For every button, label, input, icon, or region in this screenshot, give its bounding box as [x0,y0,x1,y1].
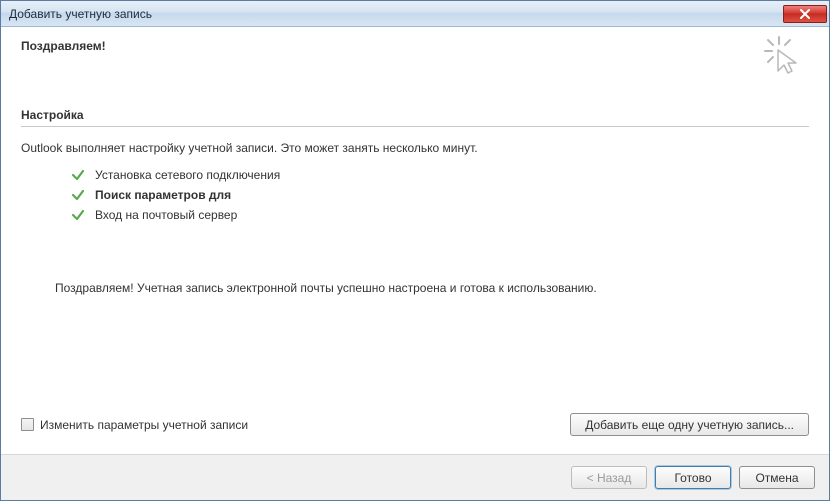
add-another-account-button[interactable]: Добавить еще одну учетную запись... [570,413,809,436]
section-rule [21,126,809,127]
success-message: Поздравляем! Учетная запись электронной … [21,281,809,295]
cursor-click-icon [763,35,803,75]
header-title: Поздравляем! [21,39,106,53]
dialog-header: Поздравляем! [1,27,829,94]
checkbox-box-icon [21,418,34,431]
step-mail-server: Вход на почтовый сервер [71,205,809,225]
window-title: Добавить учетную запись [9,7,783,21]
finish-button[interactable]: Готово [655,466,731,489]
dialog-content: Настройка Outlook выполняет настройку уч… [1,94,829,454]
dialog-footer: < Назад Готово Отмена [1,454,829,500]
back-button: < Назад [571,466,647,489]
add-account-dialog: Добавить учетную запись Поздравляем! На [0,0,830,501]
check-icon [71,188,85,202]
step-label: Поиск параметров для [95,185,231,205]
step-label: Вход на почтовый сервер [95,205,237,225]
close-button[interactable] [783,5,827,23]
step-label: Установка сетевого подключения [95,165,280,185]
change-settings-checkbox[interactable]: Изменить параметры учетной записи [21,418,248,432]
check-icon [71,168,85,182]
step-network: Установка сетевого подключения [71,165,809,185]
close-icon [799,9,811,19]
section-title: Настройка [21,108,809,122]
check-icon [71,208,85,222]
intro-text: Outlook выполняет настройку учетной запи… [21,141,809,155]
options-row: Изменить параметры учетной записи Добави… [21,413,809,454]
titlebar: Добавить учетную запись [1,1,829,27]
cancel-button[interactable]: Отмена [739,466,815,489]
step-search-params: Поиск параметров для [71,185,809,205]
change-settings-label: Изменить параметры учетной записи [40,418,248,432]
setup-steps: Установка сетевого подключения Поиск пар… [21,165,809,225]
